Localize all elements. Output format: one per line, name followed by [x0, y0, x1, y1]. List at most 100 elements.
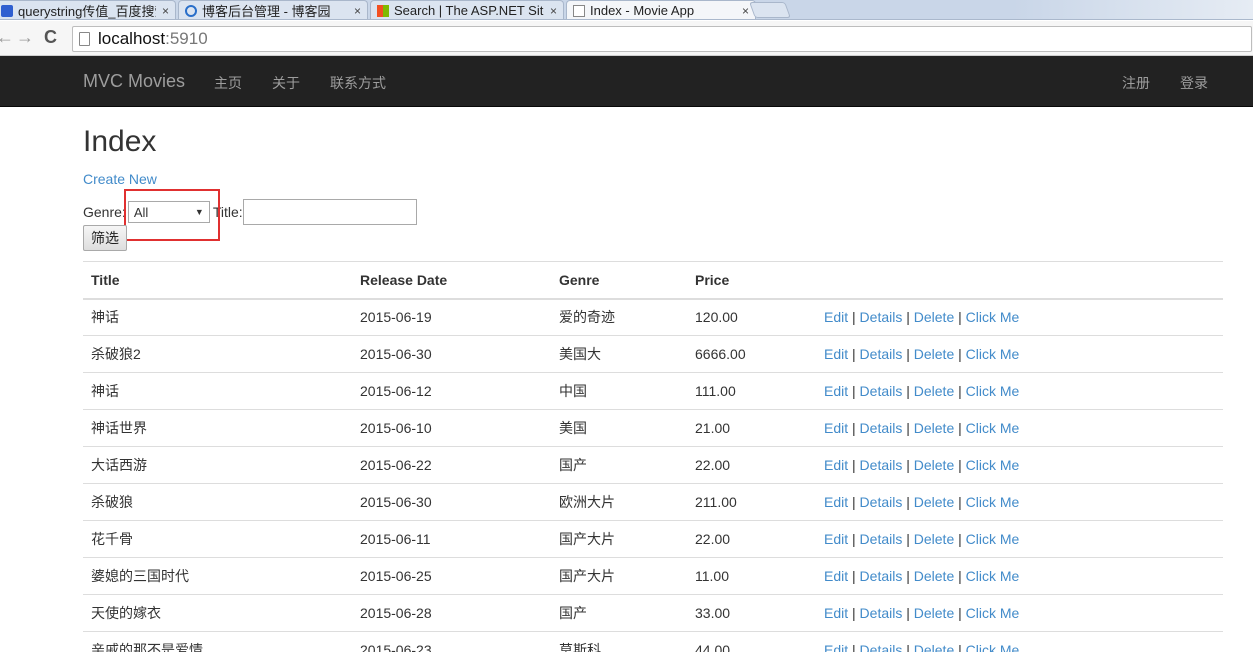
nav-link-contact[interactable]: 联系方式: [330, 73, 386, 93]
delete-link[interactable]: Delete: [914, 457, 954, 473]
cell-genre: 国产: [551, 446, 687, 484]
edit-link[interactable]: Edit: [824, 531, 848, 547]
tab-label: Index - Movie App: [590, 3, 695, 18]
details-link[interactable]: Details: [860, 420, 903, 436]
reload-icon[interactable]: C: [44, 27, 57, 48]
cell-price: 21.00: [687, 409, 816, 447]
close-icon[interactable]: ×: [550, 4, 557, 18]
delete-link[interactable]: Delete: [914, 420, 954, 436]
cell-title: 婆媳的三国时代: [83, 557, 352, 595]
action-separator: |: [902, 309, 914, 326]
title-search-input[interactable]: [242, 199, 417, 225]
action-separator: |: [848, 605, 860, 621]
genre-label: Genre:: [83, 204, 126, 220]
action-separator: |: [902, 642, 914, 652]
edit-link[interactable]: Edit: [824, 605, 848, 621]
browser-tab-aspnet[interactable]: Search | The ASP.NET Site ×: [370, 0, 564, 19]
action-separator: |: [848, 457, 860, 473]
click-me-link[interactable]: Click Me: [966, 346, 1020, 362]
details-link[interactable]: Details: [860, 494, 903, 510]
action-separator: |: [954, 457, 966, 473]
movies-table: Title Release Date Genre Price 神话 2015-06…: [83, 261, 1223, 652]
edit-link[interactable]: Edit: [824, 309, 848, 325]
table-row: 花千骨 2015-06-11 国产大片 22.00 Edit | Details | D…: [83, 520, 1223, 558]
cell-title: 神话世界: [83, 409, 352, 447]
edit-link[interactable]: Edit: [824, 642, 848, 652]
filter-submit-button[interactable]: 筛选: [83, 225, 127, 251]
cell-price: 22.00: [687, 520, 816, 558]
action-separator: |: [848, 494, 860, 510]
browser-tab-strip: querystring传值_百度搜索 × 博客后台管理 - 博客园 × Sear…: [0, 0, 1253, 20]
click-me-link[interactable]: Click Me: [966, 531, 1020, 547]
url-host: localhost: [98, 29, 166, 48]
click-me-link[interactable]: Click Me: [966, 568, 1020, 584]
table-row: 杀破狼2 2015-06-30 美国大 6666.00 Edit | Details |…: [83, 335, 1223, 373]
cell-actions: Edit | Details | Delete | Click Me: [816, 520, 1223, 558]
details-link[interactable]: Details: [860, 346, 903, 362]
details-link[interactable]: Details: [860, 531, 903, 547]
browser-tab-cnblogs[interactable]: 博客后台管理 - 博客园 ×: [178, 0, 368, 19]
click-me-link[interactable]: Click Me: [966, 383, 1020, 399]
action-separator: |: [848, 346, 860, 362]
cell-genre: 中国: [551, 372, 687, 410]
baidu-paw-icon: [1, 4, 13, 17]
cell-price: 211.00: [687, 483, 816, 521]
click-me-link[interactable]: Click Me: [966, 494, 1020, 510]
edit-link[interactable]: Edit: [824, 494, 848, 510]
click-me-link[interactable]: Click Me: [966, 642, 1020, 652]
delete-link[interactable]: Delete: [914, 642, 954, 652]
forward-icon[interactable]: →: [16, 27, 34, 48]
new-tab-button[interactable]: [749, 2, 791, 18]
table-row: 亲戚的那不是爱情 2015-06-23 莫斯科 44.00 Edit | Details…: [83, 631, 1223, 652]
annotation-highlight-box: [124, 189, 220, 241]
delete-link[interactable]: Delete: [914, 605, 954, 621]
action-separator: |: [954, 642, 966, 652]
url-input[interactable]: localhost:5910: [72, 26, 1252, 52]
create-new-link[interactable]: Create New: [83, 171, 157, 187]
site-navbar: MVC Movies 主页 关于 联系方式 注册 登录: [0, 56, 1253, 107]
cell-title: 神话: [83, 372, 352, 410]
back-icon[interactable]: ←: [0, 27, 14, 48]
delete-link[interactable]: Delete: [914, 383, 954, 399]
close-icon[interactable]: ×: [162, 4, 169, 18]
click-me-link[interactable]: Click Me: [966, 605, 1020, 621]
cell-genre: 国产: [551, 594, 687, 632]
edit-link[interactable]: Edit: [824, 420, 848, 436]
delete-link[interactable]: Delete: [914, 494, 954, 510]
delete-link[interactable]: Delete: [914, 568, 954, 584]
cell-release-date: 2015-06-22: [352, 446, 551, 484]
details-link[interactable]: Details: [860, 309, 903, 325]
browser-tab-movie-app[interactable]: Index - Movie App ×: [566, 0, 756, 19]
edit-link[interactable]: Edit: [824, 568, 848, 584]
delete-link[interactable]: Delete: [914, 531, 954, 547]
click-me-link[interactable]: Click Me: [966, 457, 1020, 473]
nav-link-login[interactable]: 登录: [1180, 73, 1208, 93]
cell-genre: 美国大: [551, 335, 687, 373]
details-link[interactable]: Details: [860, 383, 903, 399]
nav-link-home[interactable]: 主页: [214, 73, 242, 93]
details-link[interactable]: Details: [860, 642, 903, 652]
cell-title: 杀破狼2: [83, 335, 352, 373]
cell-actions: Edit | Details | Delete | Click Me: [816, 372, 1223, 410]
delete-link[interactable]: Delete: [914, 346, 954, 362]
nav-link-about[interactable]: 关于: [272, 73, 300, 93]
cell-release-date: 2015-06-12: [352, 372, 551, 410]
nav-link-register[interactable]: 注册: [1122, 73, 1150, 93]
edit-link[interactable]: Edit: [824, 383, 848, 399]
action-separator: |: [848, 383, 860, 399]
delete-link[interactable]: Delete: [914, 309, 954, 325]
brand-link[interactable]: MVC Movies: [83, 71, 185, 92]
action-separator: |: [902, 420, 914, 436]
edit-link[interactable]: Edit: [824, 346, 848, 362]
details-link[interactable]: Details: [860, 605, 903, 621]
click-me-link[interactable]: Click Me: [966, 309, 1020, 325]
details-link[interactable]: Details: [860, 568, 903, 584]
close-icon[interactable]: ×: [354, 4, 361, 18]
cell-release-date: 2015-06-10: [352, 409, 551, 447]
click-me-link[interactable]: Click Me: [966, 420, 1020, 436]
browser-tab-baidu[interactable]: querystring传值_百度搜索 ×: [0, 0, 176, 19]
edit-link[interactable]: Edit: [824, 457, 848, 473]
details-link[interactable]: Details: [860, 457, 903, 473]
close-icon[interactable]: ×: [742, 4, 749, 18]
action-separator: |: [954, 494, 966, 510]
